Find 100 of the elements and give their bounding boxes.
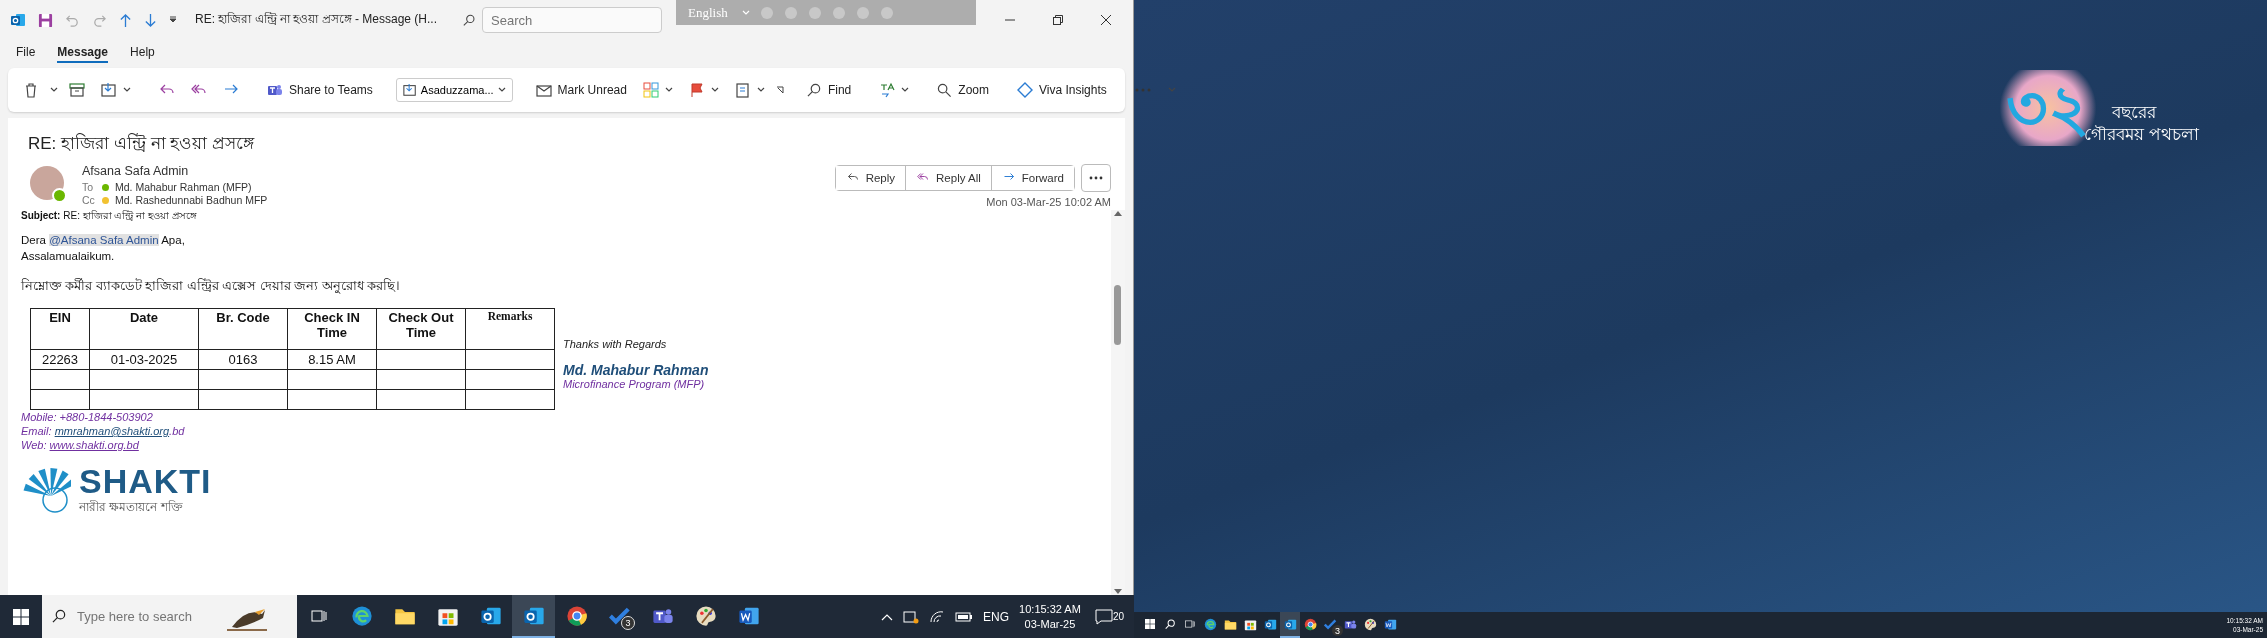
- message-date: Mon 03-Mar-25 10:02 AM: [986, 196, 1111, 208]
- chevron-down-icon: [901, 87, 910, 93]
- search-icon: [52, 609, 67, 624]
- browser-icon: [1203, 617, 1217, 631]
- trash-icon: [23, 82, 39, 98]
- table-cell: 8.15 AM: [287, 349, 377, 370]
- message-action-button[interactable]: Reply: [835, 166, 907, 190]
- move-folder-icon: [402, 83, 417, 97]
- dropdown-icon: [169, 16, 177, 24]
- table-header: Check IN Time: [287, 308, 377, 350]
- scrollbar[interactable]: [1111, 210, 1125, 595]
- logo-name: SHAKTI: [79, 464, 212, 498]
- browser-icon: [565, 604, 588, 627]
- web-text: Web: www.shakti.org.bd: [21, 438, 140, 452]
- toolbar-icon: [855, 5, 870, 20]
- chevron-down-icon: [664, 87, 673, 93]
- magnifier-icon: [937, 82, 953, 98]
- menu-tab[interactable]: Message: [57, 43, 109, 63]
- fan-logo-icon: [21, 466, 71, 516]
- browser-icon: [350, 604, 373, 627]
- arrow-down-icon: [144, 12, 157, 28]
- mail-app-icon: [10, 12, 26, 28]
- table-header: Date: [89, 308, 199, 350]
- chevron-up-icon: [881, 612, 894, 621]
- web-link[interactable]: www.shakti.org.bd: [49, 439, 139, 451]
- recipient-label: To: [82, 181, 95, 193]
- closing-text: Thanks with Regards: [563, 338, 668, 350]
- taskbar-search-bar[interactable]: Type here to search: [42, 595, 297, 638]
- mail-app-icon: [1283, 617, 1297, 631]
- meet-now-icon: [903, 609, 920, 624]
- windows-icon: [1145, 619, 1155, 629]
- palette-icon: [694, 604, 717, 627]
- search-field[interactable]: Search: [482, 7, 663, 33]
- signature-department: Microfinance Program (MFP): [563, 378, 706, 390]
- menu-tab[interactable]: Help: [130, 43, 155, 63]
- translate-icon: [879, 82, 896, 98]
- table-header: EIN: [30, 308, 90, 350]
- badge: 3: [621, 616, 635, 630]
- flag-icon: [688, 82, 705, 98]
- chevron-down-icon: [50, 87, 58, 93]
- windows-icon: [13, 608, 29, 625]
- viva-insights-button[interactable]: Viva Insights: [1012, 78, 1112, 102]
- toolbar-icon: [831, 5, 846, 20]
- quick-step-dropdown[interactable]: Asaduzzama...: [395, 78, 513, 102]
- mail-app-icon: [1263, 617, 1277, 631]
- team-app-icon: [267, 82, 283, 98]
- recipient-name: Md. Mahabur Rahman (MFP): [115, 181, 252, 193]
- folder-icon: [1223, 617, 1237, 631]
- search-icon: [806, 82, 822, 98]
- find-button[interactable]: Find: [801, 78, 857, 102]
- greeting-text: Dera @Afsana Safa Admin Apa,: [21, 233, 186, 248]
- taskbar-app[interactable]: 3: [1320, 612, 1340, 638]
- share-to-teams-button[interactable]: Share to Teams: [262, 78, 378, 102]
- email-text: Email: mmrahman@shakti.org.bd: [21, 424, 186, 438]
- taskbar-app[interactable]: 3: [598, 595, 641, 638]
- mention-link[interactable]: @Afsana Safa Admin: [49, 234, 159, 246]
- notification-button[interactable]: 20: [1090, 608, 1128, 625]
- zoom-button[interactable]: Zoom: [932, 78, 994, 102]
- menu-tab[interactable]: File: [16, 43, 36, 63]
- wifi-icon: [929, 609, 946, 624]
- mark-unread-button[interactable]: Mark Unread: [530, 78, 632, 102]
- message-subject: RE: হাজিরা এন্ট্রি না হওয়া প্রসঙ্গে: [27, 132, 256, 155]
- browser-icon: [1303, 617, 1317, 631]
- restore-icon: [1053, 15, 1063, 25]
- clock[interactable]: 10:15:32 AM 03-Mar-25: [1019, 601, 1081, 632]
- salutation-text: Assalamualaikum.: [21, 249, 116, 264]
- clipboard-icon: [734, 82, 751, 98]
- sender-name: Afsana Safa Admin: [82, 164, 190, 178]
- signature-name: Md. Mahabur Rahman: [563, 362, 709, 378]
- toolbar-icon: [879, 5, 894, 20]
- chevron-down-icon: [756, 87, 765, 93]
- palette-icon: [1363, 617, 1377, 631]
- store-icon: [1243, 617, 1257, 631]
- chevron-down-icon: [123, 87, 131, 93]
- table-header: Remarks: [465, 308, 555, 350]
- logo-text: বছরের: [2112, 102, 2158, 124]
- window-title: RE: হাজিরা এন্ট্রি না হওয়া প্রসঙ্গে - Message (H...: [195, 11, 438, 28]
- chevron-down-icon: [710, 87, 719, 93]
- save-icon: [38, 12, 53, 28]
- dialog-launcher-icon: [775, 86, 784, 94]
- table-cell: 22263: [30, 349, 90, 370]
- chevron-down-icon: [741, 9, 750, 16]
- search-icon: [463, 13, 477, 27]
- toolbar-icon: [783, 5, 798, 20]
- archive-icon: [69, 82, 85, 98]
- scrollbar-thumb[interactable]: [1114, 285, 1121, 345]
- arrow-up-icon: [119, 12, 132, 28]
- language-indicator[interactable]: ENG: [983, 609, 1010, 624]
- logo-text: গৌরবময় পথচলা: [2084, 125, 2199, 146]
- search-icon: [1164, 618, 1176, 630]
- toolbar-icon: [807, 5, 822, 20]
- logo-tagline: নারীর ক্ষমতায়নে শক্তি: [79, 499, 184, 516]
- request-text: নিম্নোক্ত কর্মীর ব্যাকডেট হাজিরা এন্ট্রির এক্সেস দেয়ার জন্য অনুরোধ করছি।: [21, 278, 402, 294]
- diamond-icon: [1017, 82, 1033, 98]
- email-link[interactable]: mmrahman@shakti.org: [54, 425, 170, 437]
- table-cell: 01-03-2025: [89, 349, 199, 370]
- toolbar-icon: [759, 5, 774, 20]
- task-view-icon: [1185, 619, 1195, 629]
- move-folder-icon: [101, 82, 117, 98]
- table-cell: 0163: [198, 349, 288, 370]
